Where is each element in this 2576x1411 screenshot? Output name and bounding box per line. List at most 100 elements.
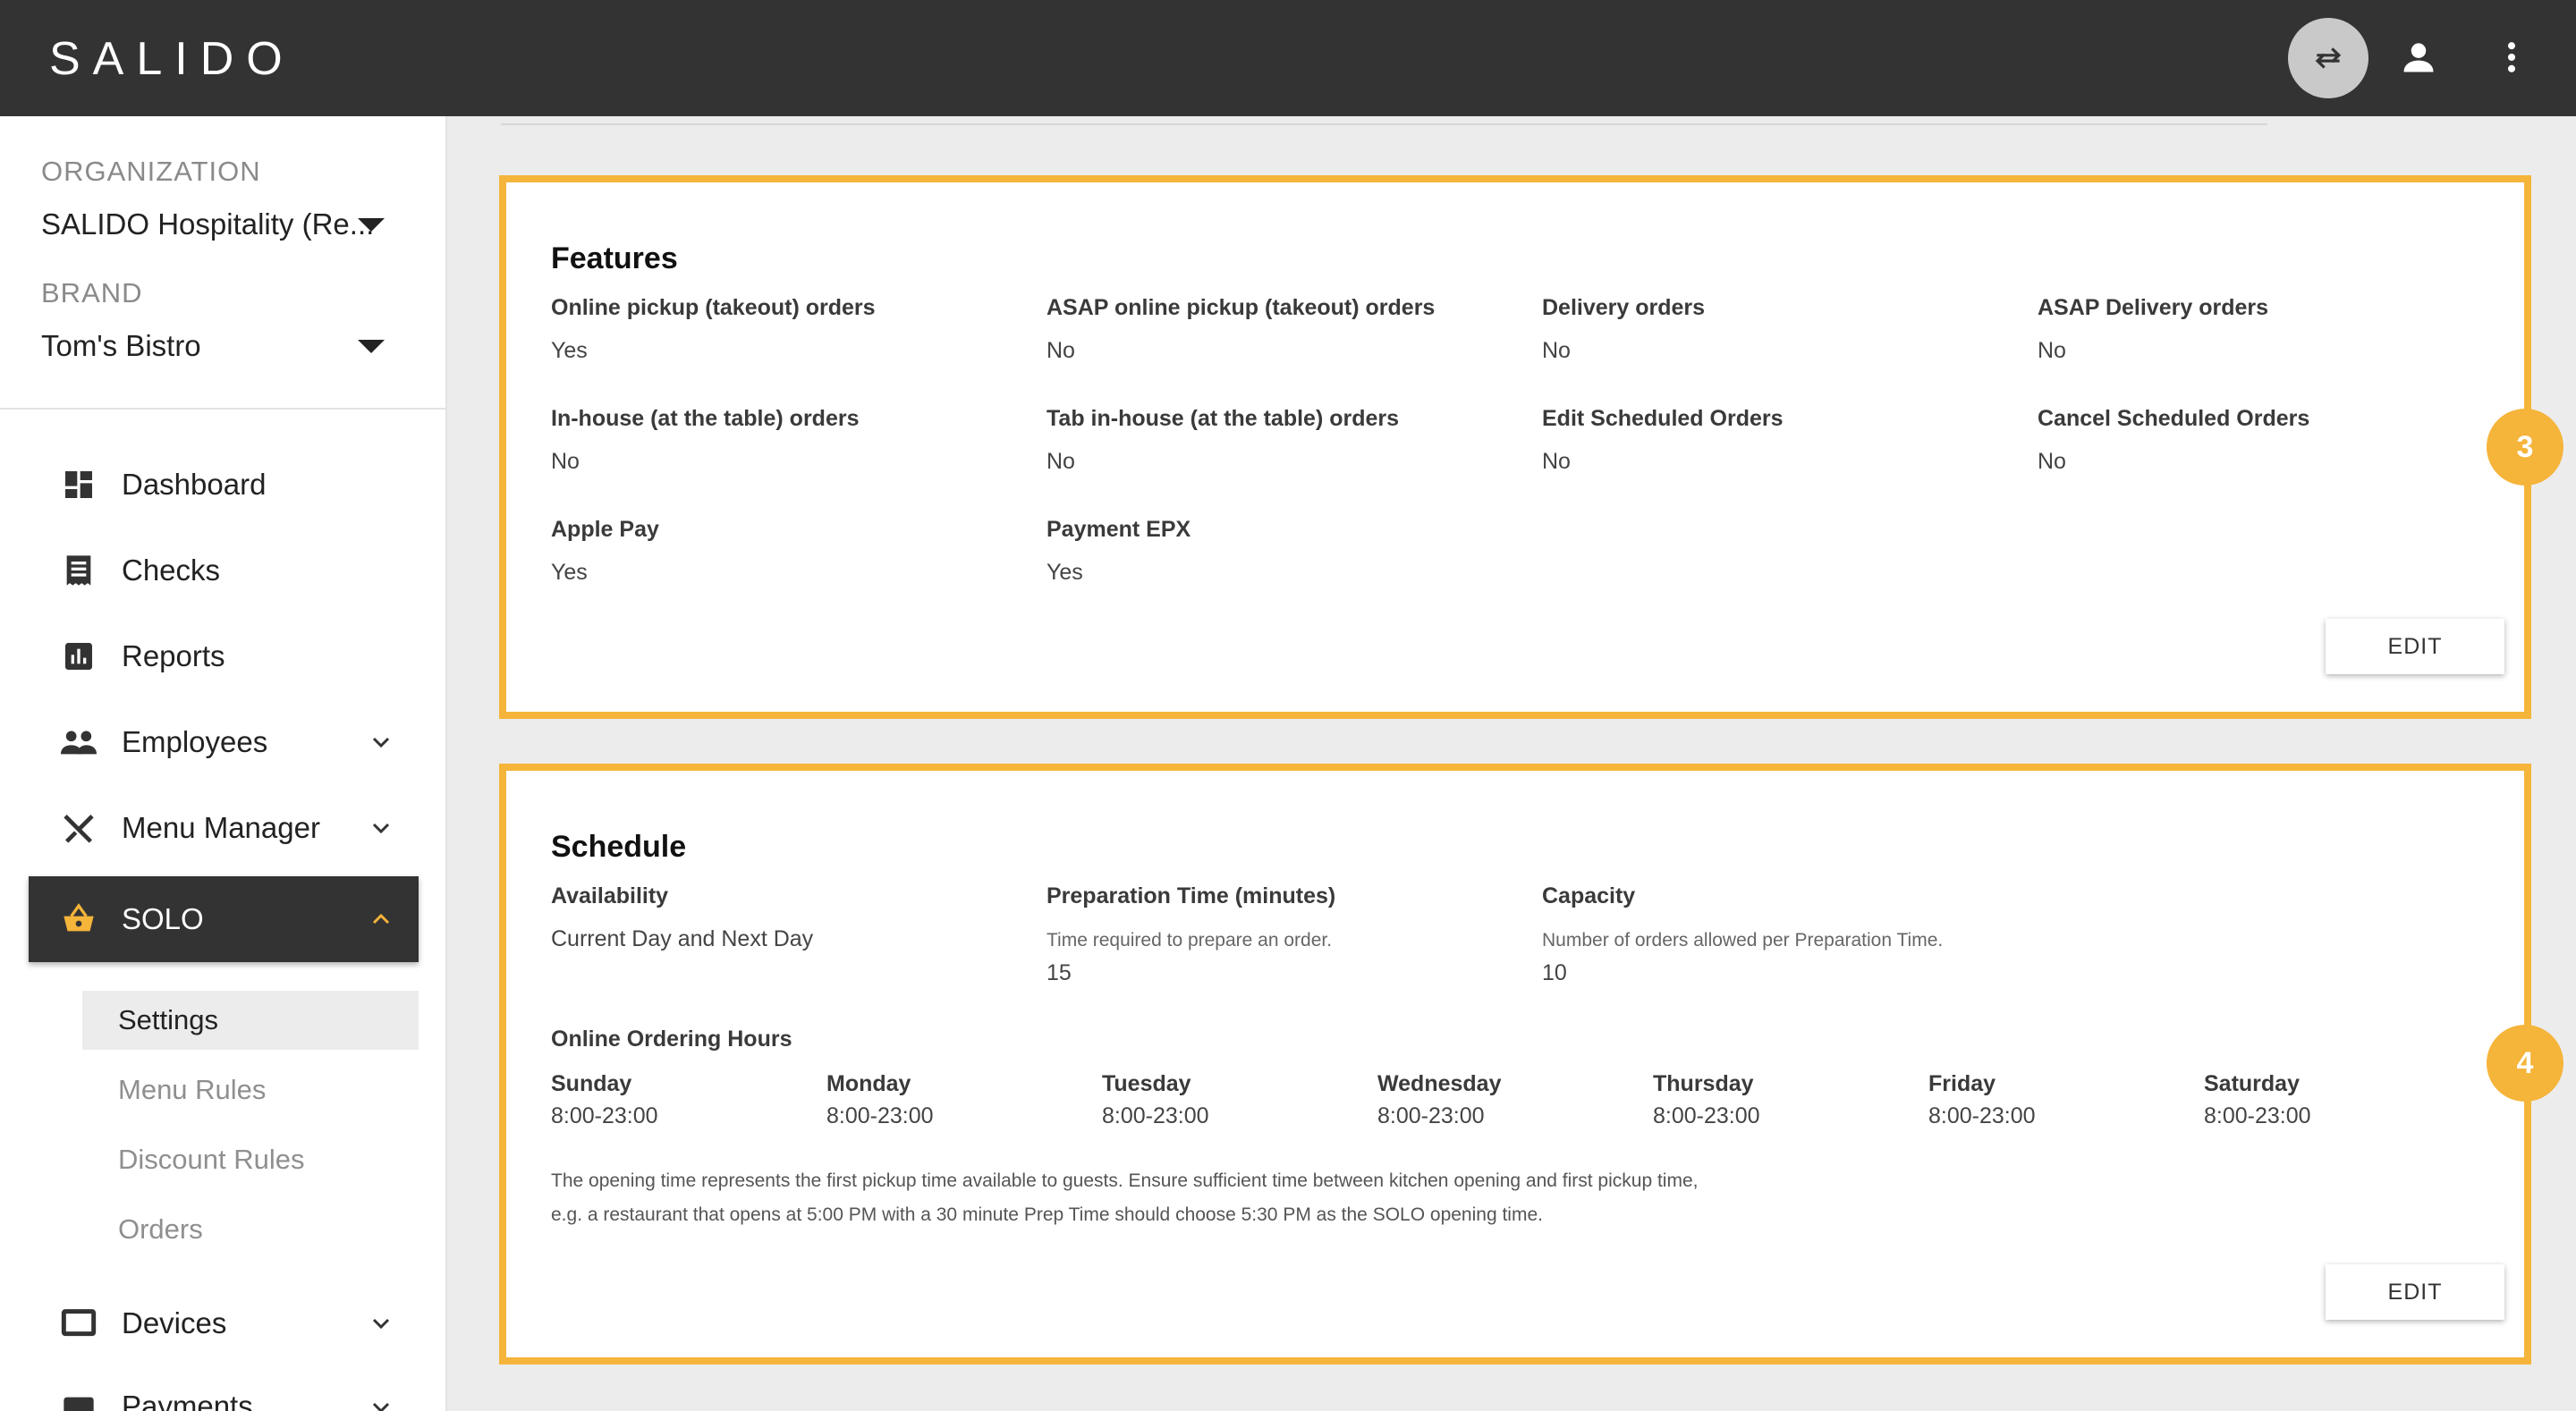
nav-label: Checks [122,553,221,587]
step-badge-3: 3 [2487,409,2563,486]
day-label: Thursday [1653,1071,1754,1096]
availability-label: Availability [551,883,669,908]
capacity-value: 10 [1542,960,1567,985]
day-label: Wednesday [1377,1071,1502,1096]
nav-label: Menu Manager [122,811,320,844]
day-hours: 8:00-23:00 [826,1103,934,1128]
day-label: Tuesday [1102,1071,1191,1096]
feature-label: Edit Scheduled Orders [1542,406,1784,431]
chevron-down-icon[interactable] [370,1397,392,1411]
account-icon[interactable] [2394,32,2444,82]
day-hours: 8:00-23:00 [1653,1103,1760,1128]
more-vert-icon[interactable] [2487,32,2537,82]
day-hours: 8:00-23:00 [2204,1103,2311,1128]
chevron-down-icon[interactable] [370,731,392,753]
swap-icon[interactable] [2288,18,2368,98]
schedule-card: Schedule Availability Current Day and Ne… [499,764,2531,1365]
nav-solo[interactable]: SOLO [29,876,419,962]
feature-value: Yes [551,338,588,363]
feature-label: Cancel Scheduled Orders [2038,406,2310,431]
feature-value: No [2038,338,2066,363]
nav-dashboard[interactable]: Dashboard [29,442,419,528]
features-edit-button[interactable]: EDIT [2326,619,2504,674]
utensils-icon [59,808,98,848]
capacity-label: Capacity [1542,883,1636,908]
nav-payments[interactable]: Payments [29,1366,419,1411]
feature-value: No [1542,449,1571,474]
features-card: Features Online pickup (takeout) orders … [499,175,2531,719]
schedule-title: Schedule [551,830,687,864]
hours-note-line-1: The opening time represents the first pi… [551,1170,1699,1191]
chevron-down-icon[interactable] [370,817,392,839]
nav-label: Devices [122,1306,227,1339]
day-label: Sunday [551,1071,632,1096]
dashboard-icon [59,465,98,504]
feature-label: In-house (at the table) orders [551,406,860,431]
top-app-bar: SALIDO [0,0,2576,116]
capacity-hint: Number of orders allowed per Preparation… [1542,930,1944,951]
monitor-icon [59,1304,98,1343]
brand-label: BRAND [41,277,143,308]
nav-employees[interactable]: Employees [29,699,419,785]
chevron-down-icon[interactable] [370,1313,392,1334]
day-hours: 8:00-23:00 [1102,1103,1209,1128]
basket-icon [59,900,98,939]
day-hours: 8:00-23:00 [1928,1103,2036,1128]
day-hours: 8:00-23:00 [1377,1103,1485,1128]
feature-label: Delivery orders [1542,295,1706,320]
nav-label: Employees [122,725,268,758]
bar-chart-icon [59,637,98,676]
feature-value: No [1046,338,1075,363]
prep-time-hint: Time required to prepare an order. [1046,930,1333,951]
feature-value: No [551,449,580,474]
schedule-edit-button[interactable]: EDIT [2326,1264,2504,1320]
people-icon [59,722,98,762]
subnav-menu-rules[interactable]: Menu Rules [82,1060,419,1120]
feature-label: ASAP Delivery orders [2038,295,2268,320]
hours-note-line-2: e.g. a restaurant that opens at 5:00 PM … [551,1204,1543,1225]
step-badge-4: 4 [2487,1025,2563,1102]
subnav-discount-rules[interactable]: Discount Rules [82,1130,419,1189]
sidebar: ORGANIZATION SALIDO Hospitality (Re... B… [0,116,447,1411]
feature-label: Online pickup (takeout) orders [551,295,876,320]
day-hours: 8:00-23:00 [551,1103,658,1128]
nav-reports[interactable]: Reports [29,613,419,699]
subnav-settings[interactable]: Settings [82,991,419,1050]
nav-checks[interactable]: Checks [29,528,419,613]
salido-logo[interactable]: SALIDO [49,32,295,86]
feature-value: Yes [1046,560,1083,585]
day-label: Monday [826,1071,911,1096]
card-icon [59,1390,98,1411]
brand-dropdown-icon[interactable] [358,340,385,353]
feature-value: Yes [551,560,588,585]
feature-label: Tab in-house (at the table) orders [1046,406,1400,431]
chevron-up-icon[interactable] [370,908,392,930]
organization-label: ORGANIZATION [41,156,261,187]
sidebar-divider [0,408,447,410]
availability-value: Current Day and Next Day [551,926,814,951]
feature-value: No [1046,449,1075,474]
feature-value: No [2038,449,2066,474]
previous-card-edge [501,123,2267,125]
feature-value: No [1542,338,1571,363]
prep-time-value: 15 [1046,960,1072,985]
nav-label: Dashboard [122,468,267,501]
nav-devices[interactable]: Devices [29,1280,419,1366]
day-label: Friday [1928,1071,1996,1096]
org-dropdown-icon[interactable] [358,218,385,232]
prep-time-label: Preparation Time (minutes) [1046,883,1336,908]
receipt-icon [59,551,98,590]
feature-label: Payment EPX [1046,517,1191,542]
nav-menu-manager[interactable]: Menu Manager [29,785,419,871]
feature-label: ASAP online pickup (takeout) orders [1046,295,1436,320]
subnav-orders[interactable]: Orders [82,1200,419,1259]
feature-label: Apple Pay [551,517,659,542]
nav-label: Payments [122,1390,253,1411]
ordering-hours-label: Online Ordering Hours [551,1027,792,1052]
nav-label: Reports [122,639,225,672]
nav-label: SOLO [122,902,204,935]
day-label: Saturday [2204,1071,2300,1096]
brand-select[interactable]: Tom's Bistro [41,329,201,363]
features-title: Features [551,241,678,275]
organization-select[interactable]: SALIDO Hospitality (Re... [41,207,374,241]
